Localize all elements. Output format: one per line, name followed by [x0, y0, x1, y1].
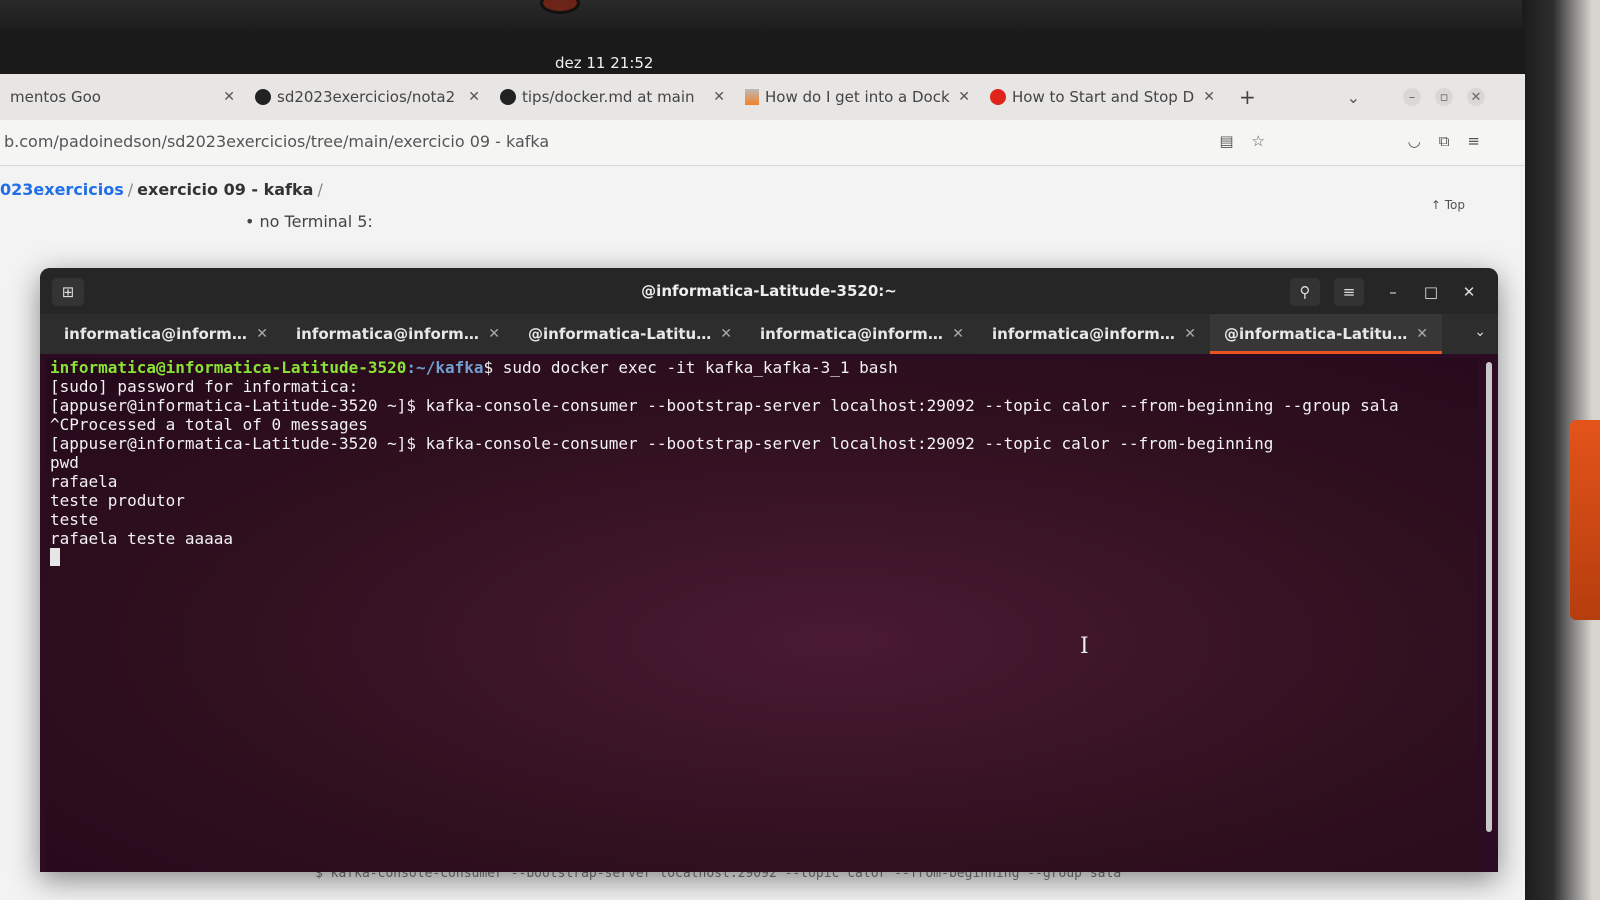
terminal-line: rafaela teste aaaaa: [50, 529, 234, 548]
maximize-button[interactable]: □: [1416, 278, 1446, 306]
minimize-button[interactable]: –: [1403, 88, 1421, 106]
terminal-tab-2[interactable]: informatica@informa... ✕: [282, 314, 514, 354]
mouse-ibeam-cursor: I: [1080, 634, 1089, 659]
close-icon[interactable]: ✕: [1184, 326, 1196, 342]
close-icon[interactable]: ✕: [952, 326, 964, 342]
terminal-controls: ⚲ ≡ – □ ✕: [1290, 278, 1484, 306]
terminal-line: [appuser@informatica-Latitude-3520 ~]$ k…: [50, 434, 1274, 453]
toolbar-icons: ◡ ⧉ ≡: [1408, 132, 1480, 150]
stackoverflow-icon: [745, 89, 759, 105]
window-controls: – ▫ ✕: [1403, 88, 1485, 106]
terminal-tab-6-active[interactable]: @informatica-Latitud... ✕: [1210, 314, 1442, 354]
close-icon[interactable]: ✕: [468, 89, 480, 105]
browser-tab-2[interactable]: sd2023exercicios/nota2 ✕: [245, 80, 490, 114]
browser-tab-label: mentos Goo: [10, 88, 101, 106]
close-icon[interactable]: ✕: [488, 326, 500, 342]
terminal-line: pwd: [50, 453, 79, 472]
browser-tab-4[interactable]: How do I get into a Dock ✕: [735, 80, 980, 114]
terminal-tab-1[interactable]: informatica@informa... ✕: [50, 314, 282, 354]
terminal-line: informatica@informatica-Latitude-3520:~/…: [50, 358, 1478, 377]
prompt-path: :~/kafka: [406, 358, 484, 377]
breadcrumb: 023exercicios / exercicio 09 - kafka /: [0, 180, 323, 199]
prompt-command: $ sudo docker exec -it kafka_kafka-3_1 b…: [483, 358, 898, 377]
extensions-icon[interactable]: ⧉: [1439, 132, 1450, 150]
terminal-line: [sudo] password for informatica:: [50, 377, 359, 396]
prompt-user: informatica@informatica-Latitude-3520: [50, 358, 407, 377]
close-icon[interactable]: ✕: [958, 89, 970, 105]
maximize-button[interactable]: ▫: [1435, 88, 1453, 106]
github-icon: [500, 89, 516, 105]
terminal-tab-bar: informatica@informa... ✕ informatica@info…: [40, 314, 1498, 354]
page-bullet-text: • no Terminal 5:: [245, 212, 373, 231]
breadcrumb-current: exercicio 09 - kafka: [137, 180, 314, 199]
new-tab-button[interactable]: +: [1225, 85, 1270, 109]
close-icon[interactable]: ✕: [1416, 326, 1428, 342]
top-link[interactable]: ↑ Top: [1431, 198, 1465, 212]
terminal-header: ⊞ @informatica-Latitude-3520:~ ⚲ ≡ – □ ✕: [40, 268, 1498, 314]
terminal-output[interactable]: informatica@informatica-Latitude-3520:~/…: [46, 358, 1478, 872]
browser-tab-label: How to Start and Stop D: [1012, 88, 1195, 106]
search-icon[interactable]: ⚲: [1290, 278, 1320, 306]
browser-tab-label: tips/docker.md at main: [522, 88, 695, 106]
browser-tab-3[interactable]: tips/docker.md at main ✕: [490, 80, 735, 114]
terminal-tab-5[interactable]: informatica@informa... ✕: [978, 314, 1210, 354]
close-button[interactable]: ✕: [1454, 278, 1484, 306]
chevron-down-icon[interactable]: ⌄: [1347, 88, 1360, 107]
close-icon[interactable]: ✕: [223, 89, 235, 105]
terminal-line: rafaela: [50, 472, 118, 491]
close-icon[interactable]: ✕: [713, 89, 725, 105]
terminal-cursor-line: [50, 548, 1478, 567]
webcam: [540, 0, 580, 14]
close-icon[interactable]: ✕: [1203, 89, 1215, 105]
text-cursor: [50, 548, 60, 566]
browser-tab-5[interactable]: How to Start and Stop D ✕: [980, 80, 1225, 114]
close-icon[interactable]: ✕: [256, 326, 268, 342]
url-actions: ▤ ☆: [1219, 132, 1265, 150]
browser-tab-label: How do I get into a Dock: [765, 88, 950, 106]
browser-tab-label: sd2023exercicios/nota2: [277, 88, 456, 106]
system-top-bar: dez 11 21:52: [0, 30, 1525, 74]
background-object: [1570, 420, 1600, 620]
browser-tab-1[interactable]: mentos Goo ✕: [0, 80, 245, 114]
clock[interactable]: dez 11 21:52: [555, 54, 653, 72]
pocket-icon[interactable]: ◡: [1408, 132, 1421, 150]
url-bar: b.com/padoinedson/sd2023exercicios/tree/…: [0, 120, 1525, 166]
hamburger-menu-icon[interactable]: ≡: [1334, 278, 1364, 306]
bookmark-star-icon[interactable]: ☆: [1252, 132, 1265, 150]
browser-tab-bar: mentos Goo ✕ sd2023exercicios/nota2 ✕ ti…: [0, 74, 1525, 120]
terminal-window[interactable]: ⊞ @informatica-Latitude-3520:~ ⚲ ≡ – □ ✕…: [40, 268, 1498, 872]
terminal-tab-4[interactable]: informatica@informa... ✕: [746, 314, 978, 354]
chevron-down-icon[interactable]: ⌄: [1474, 324, 1486, 340]
terminal-line: teste produtor: [50, 491, 185, 510]
terminal-line: ^CProcessed a total of 0 messages: [50, 415, 368, 434]
terminal-line: teste: [50, 510, 99, 529]
hamburger-menu-icon[interactable]: ≡: [1467, 132, 1480, 150]
github-icon: [255, 89, 271, 105]
close-icon[interactable]: ✕: [720, 326, 732, 342]
terminal-tab-3[interactable]: @informatica-Latitud... ✕: [514, 314, 746, 354]
terminal-line: [appuser@informatica-Latitude-3520 ~]$ k…: [50, 396, 1399, 415]
url-input[interactable]: b.com/padoinedson/sd2023exercicios/tree/…: [4, 132, 549, 151]
close-button[interactable]: ✕: [1467, 88, 1485, 106]
scrollbar[interactable]: [1486, 362, 1492, 832]
laptop-bezel: [0, 0, 1600, 30]
breadcrumb-repo-link[interactable]: 023exercicios: [0, 180, 124, 199]
terminal-title: @informatica-Latitude-3520:~: [641, 282, 897, 300]
reader-view-icon[interactable]: ▤: [1219, 132, 1233, 150]
red-site-icon: [990, 89, 1006, 105]
minimize-button[interactable]: –: [1378, 278, 1408, 306]
